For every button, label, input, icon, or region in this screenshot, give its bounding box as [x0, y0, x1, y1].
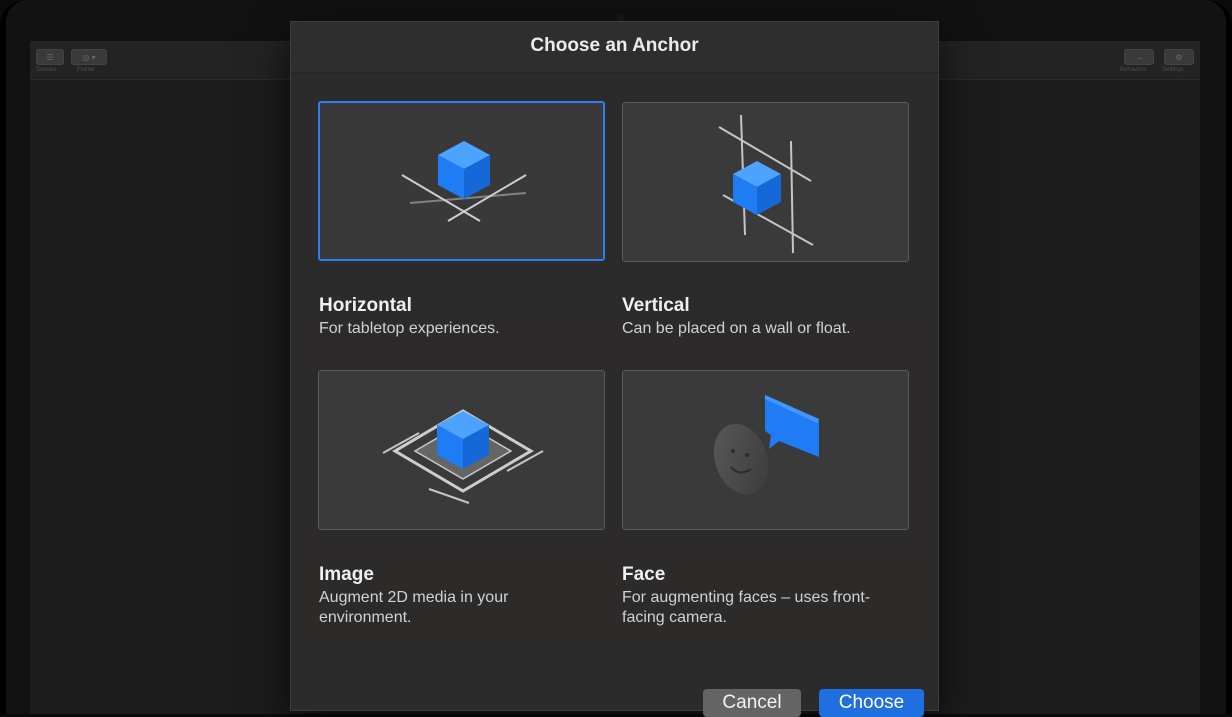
option-title-horizontal: Horizontal	[319, 295, 412, 316]
list-icon: ☰	[46, 52, 54, 62]
anchor-options-grid: Horizontal For tabletop experiences. Ver…	[291, 73, 938, 651]
dialog-footer: Cancel Choose	[291, 652, 938, 717]
face-anchor-icon	[713, 395, 819, 495]
dialog-title: Choose an Anchor	[530, 35, 699, 56]
dialog-titlebar: Choose an Anchor	[291, 22, 938, 73]
settings-toolbar-button[interactable]: ⚙	[1164, 49, 1194, 65]
option-title-vertical: Vertical	[622, 295, 690, 316]
option-title-face: Face	[622, 564, 666, 585]
behaviors-toolbar-button[interactable]: →	[1124, 49, 1154, 65]
option-desc-face: For augmenting faces – uses front-facing…	[622, 589, 871, 626]
vertical-anchor-icon	[718, 114, 814, 254]
choose-button[interactable]: Choose	[819, 689, 924, 717]
option-desc-image: Augment 2D media in your environment.	[319, 589, 509, 626]
horizontal-anchor-icon	[401, 141, 527, 222]
frame-icon: ◎ ▾	[82, 52, 96, 62]
choose-anchor-dialog: Choose an Anchor Horizontal For tabletop…	[290, 21, 939, 717]
frame-toolbar-button[interactable]: ◎ ▾	[71, 49, 107, 65]
cancel-button[interactable]: Cancel	[703, 689, 801, 717]
gear-icon: ⚙	[1175, 52, 1183, 62]
behaviors-label: Behaviors	[1120, 67, 1147, 73]
image-anchor-icon	[382, 409, 544, 504]
frame-label: Frame	[77, 67, 95, 73]
anchor-option-horizontal[interactable]	[318, 101, 605, 261]
scenes-label: Scenes	[36, 67, 57, 73]
option-title-image: Image	[319, 564, 374, 585]
settings-label: Settings	[1162, 67, 1184, 73]
anchor-option-face[interactable]	[622, 370, 909, 530]
anchor-option-vertical[interactable]	[622, 102, 909, 262]
anchor-option-image[interactable]	[318, 370, 605, 530]
option-desc-horizontal: For tabletop experiences.	[319, 320, 500, 337]
behaviors-icon: →	[1135, 52, 1143, 62]
option-desc-vertical: Can be placed on a wall or float.	[622, 320, 851, 337]
scenes-toolbar-button[interactable]: ☰	[36, 49, 64, 65]
